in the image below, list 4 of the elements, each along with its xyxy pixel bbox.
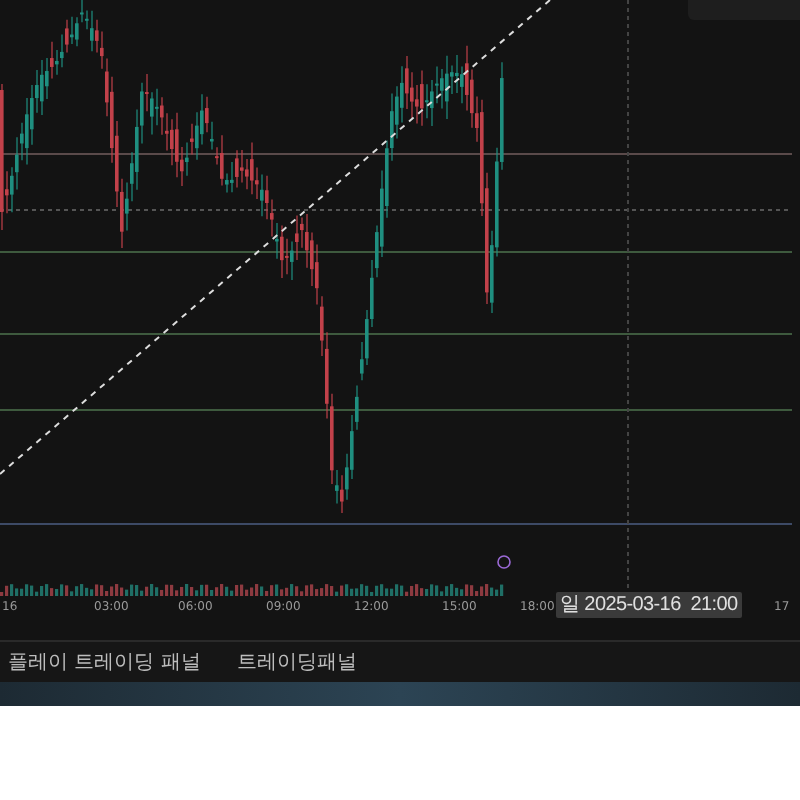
cursor-date-label: 일 2025-03-16 21:00 [556,592,742,618]
panel-tab[interactable]: 플레이 트레이딩 패널 [4,648,205,676]
event-marker-icon[interactable] [497,555,511,569]
panel-tab[interactable]: 트레이딩패널 [232,648,361,676]
